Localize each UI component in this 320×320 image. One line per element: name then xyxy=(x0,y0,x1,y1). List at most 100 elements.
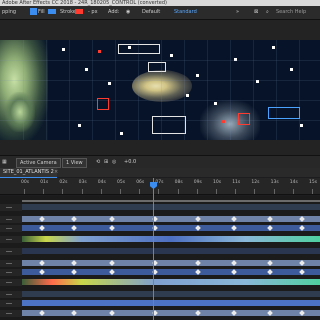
snapshot-icon[interactable]: ◎ xyxy=(112,156,116,168)
ruler-tick xyxy=(139,189,141,194)
motion-path-vertex[interactable] xyxy=(186,94,189,97)
layer-row-header[interactable] xyxy=(0,248,22,255)
ruler-tick xyxy=(216,189,217,194)
exposure-value[interactable]: +0.0 xyxy=(124,156,136,168)
grid-line xyxy=(138,40,139,140)
workspace-default[interactable]: Default xyxy=(142,6,160,19)
layer-row-header[interactable] xyxy=(0,279,22,286)
search-help-field[interactable]: Search Help xyxy=(276,6,306,19)
ruler-tick xyxy=(312,189,313,194)
motion-path-vertex[interactable] xyxy=(196,74,199,77)
ruler-tick xyxy=(81,189,83,194)
timeline-tracks[interactable] xyxy=(0,196,320,320)
add-chevron-icon[interactable]: ◉ xyxy=(126,6,130,19)
layer-bounding-box[interactable] xyxy=(152,116,186,134)
ruler-tick xyxy=(254,189,256,194)
ruler-tick xyxy=(100,189,102,194)
tab-composition[interactable]: SITE_01_ATLANTIS 2 xyxy=(0,168,57,178)
layer-duration-bar[interactable] xyxy=(22,269,320,275)
add-menu[interactable]: Add: xyxy=(108,6,119,19)
composition-canvas[interactable] xyxy=(0,40,320,140)
active-camera-dropdown[interactable]: Active Camera xyxy=(16,158,61,168)
snapping-checkbox[interactable] xyxy=(30,6,38,19)
flowchart-icon[interactable]: ⊞ xyxy=(104,156,108,168)
ruler-label: 00s xyxy=(21,180,30,185)
workspace-standard[interactable]: Standard xyxy=(174,6,197,19)
ruler-label: 11s xyxy=(232,180,241,185)
grid-line xyxy=(299,40,300,140)
grid-line xyxy=(0,60,320,61)
layer-duration-bar[interactable] xyxy=(22,216,320,222)
nebula-footage-detail xyxy=(5,92,35,132)
ruler-tick xyxy=(120,189,121,194)
sync-icon[interactable]: ⊠ xyxy=(254,6,258,19)
viewer-controls: ▦ Active Camera 1 View ⟲ ⊞ ◎ +0.0 xyxy=(0,155,320,168)
grid-line xyxy=(69,40,70,140)
motion-path-vertex[interactable] xyxy=(128,46,131,49)
timeline-tab-bar: SITE_01_ATLANTIS 2 × xyxy=(0,168,320,178)
layer-row-header[interactable] xyxy=(0,291,22,298)
layer-duration-bar[interactable] xyxy=(22,248,320,254)
layer-row-header[interactable] xyxy=(0,269,22,276)
motion-path-vertex[interactable] xyxy=(78,124,81,127)
work-area-bar[interactable] xyxy=(22,200,320,202)
fill-swatch[interactable] xyxy=(48,6,56,19)
motion-path-vertex[interactable] xyxy=(62,48,65,51)
layer-row-header[interactable] xyxy=(0,260,22,267)
grid-line xyxy=(207,40,208,140)
search-icon[interactable]: ⌕ xyxy=(266,6,269,19)
stroke-swatch[interactable] xyxy=(75,6,83,19)
motion-path-vertex[interactable] xyxy=(272,46,275,49)
snapping-label[interactable]: pping xyxy=(2,6,16,19)
grid-line xyxy=(276,40,277,140)
ruler-label: 01s xyxy=(40,180,49,185)
render-icon[interactable]: ⟲ xyxy=(96,156,100,168)
motion-path-vertex[interactable] xyxy=(300,124,303,127)
composition-viewer[interactable] xyxy=(0,20,320,155)
fill-label: Fill xyxy=(38,9,45,15)
close-icon[interactable]: × xyxy=(54,168,58,177)
layer-duration-bar[interactable] xyxy=(22,204,320,210)
motion-path-vertex[interactable] xyxy=(214,102,217,105)
layer-duration-bar[interactable] xyxy=(22,225,320,231)
layer-duration-bar[interactable] xyxy=(22,236,320,242)
layer-duration-bar[interactable] xyxy=(22,300,320,306)
time-ruler[interactable]: 00s 01s 02s 03s 04s 05s 06s 07s 08s 09s 10s 11s 12s 1… xyxy=(0,178,320,195)
motion-path-vertex[interactable] xyxy=(85,68,88,71)
grid-line xyxy=(184,40,185,140)
ruler-label: 05s xyxy=(117,180,126,185)
stroke-width-field[interactable]: - px xyxy=(88,6,98,19)
grid-icon[interactable]: ▦ xyxy=(2,156,7,168)
layer-bounding-box[interactable] xyxy=(118,44,160,54)
layer-row-header[interactable] xyxy=(0,216,22,223)
motion-path-vertex[interactable] xyxy=(170,54,173,57)
layer-row-header[interactable] xyxy=(0,236,22,243)
current-time-indicator[interactable] xyxy=(153,178,154,320)
ruler-tick xyxy=(24,189,25,194)
layer-duration-bar[interactable] xyxy=(22,310,320,316)
ruler-label: 13s xyxy=(270,180,279,185)
layer-row-header[interactable] xyxy=(0,204,22,211)
motion-path-key[interactable] xyxy=(98,50,101,53)
ruler-label: 03s xyxy=(78,180,87,185)
motion-path-vertex[interactable] xyxy=(290,68,293,71)
workspace-overflow-icon[interactable]: » xyxy=(236,6,239,19)
layer-row-header[interactable] xyxy=(0,225,22,232)
layer-row-header[interactable] xyxy=(0,300,22,307)
grid-line xyxy=(92,40,93,140)
layer-bounding-box[interactable] xyxy=(148,62,166,72)
view-layout-dropdown[interactable]: 1 View xyxy=(62,158,87,168)
anchor-point-marker[interactable] xyxy=(238,113,250,125)
layer-duration-bar[interactable] xyxy=(22,260,320,266)
layer-duration-bar[interactable] xyxy=(22,291,320,297)
selected-layer-box[interactable] xyxy=(268,107,300,119)
grid-line xyxy=(0,100,320,101)
ruler-tick xyxy=(292,189,294,194)
grid-line xyxy=(46,40,47,140)
ruler-tick xyxy=(62,189,64,194)
layer-row-header[interactable] xyxy=(0,310,22,317)
motion-path-vertex[interactable] xyxy=(120,132,123,135)
layer-duration-bar[interactable] xyxy=(22,279,320,285)
grid-line xyxy=(161,40,162,140)
motion-path-vertex[interactable] xyxy=(108,82,111,85)
